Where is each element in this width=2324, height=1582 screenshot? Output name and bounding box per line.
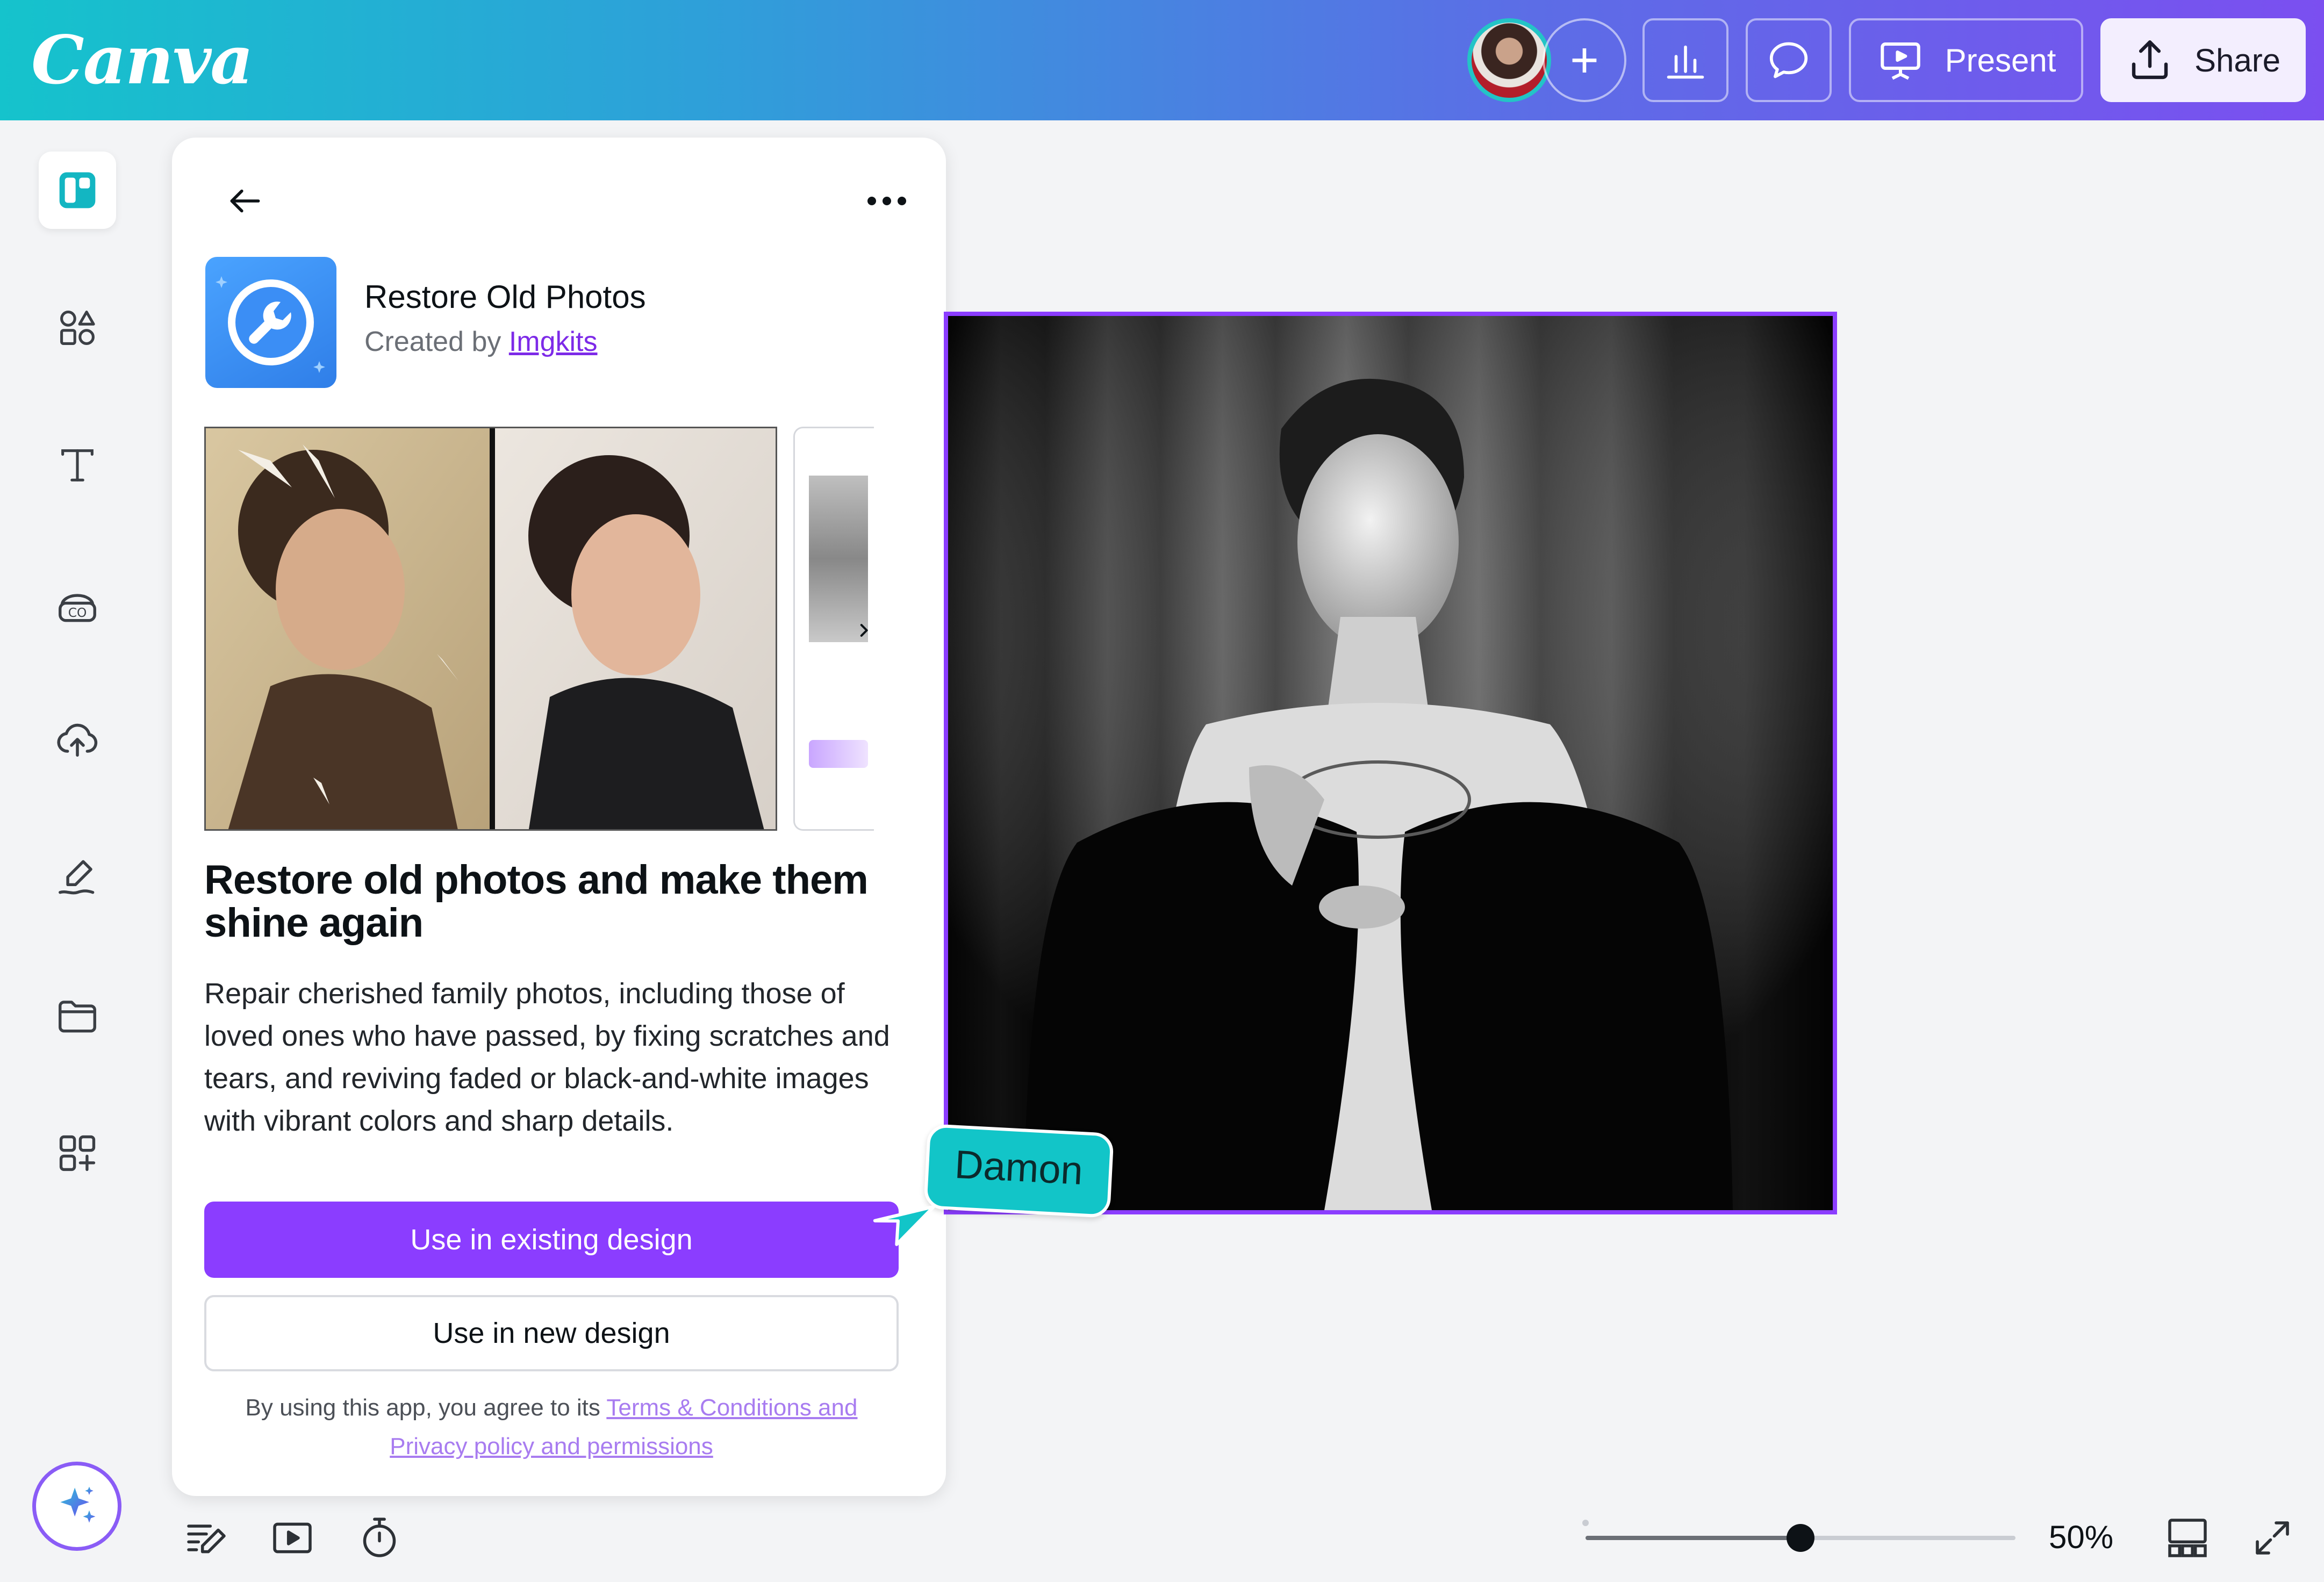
sidebar-item-design[interactable] xyxy=(39,152,116,229)
app-logo xyxy=(205,257,336,388)
app-details-panel: Restore Old Photos Created by Imgkits Re xyxy=(172,138,946,1496)
more-dots-icon xyxy=(867,197,906,205)
magic-assistant-button[interactable] xyxy=(32,1462,121,1551)
top-bar: Canva + Present Share xyxy=(0,0,2324,120)
folder-icon xyxy=(59,1001,96,1033)
sidebar-item-apps[interactable] xyxy=(39,1114,116,1192)
expand-icon xyxy=(2256,1521,2289,1555)
share-upload-icon xyxy=(2132,40,2168,80)
collaborator-cursor-pointer xyxy=(873,1205,936,1246)
insights-button[interactable] xyxy=(1642,18,1728,102)
app-description: Repair cherished family photos, includin… xyxy=(204,977,890,1137)
cloud-upload-icon xyxy=(57,723,98,757)
more-options-button[interactable] xyxy=(860,174,914,228)
present-label: Present xyxy=(1945,42,2056,78)
notes-button[interactable] xyxy=(180,1511,233,1565)
terms-notice: By using this app, you agree to its Term… xyxy=(204,1389,899,1466)
created-by-label: Created by xyxy=(364,326,509,357)
grid-view-icon xyxy=(2168,1519,2207,1557)
vintage-portrait-photo xyxy=(948,316,1833,1210)
chevron-right-icon xyxy=(860,624,868,637)
fullscreen-button[interactable] xyxy=(2246,1511,2299,1565)
carousel-next-button[interactable] xyxy=(852,614,874,646)
collaborator-cursor-label: Damon xyxy=(923,1124,1114,1218)
sidebar-item-uploads[interactable] xyxy=(39,701,116,778)
text-icon xyxy=(61,449,94,481)
preview-image-next xyxy=(793,427,874,831)
shapes-icon xyxy=(60,311,95,345)
terms-prefix: By using this app, you agree to its xyxy=(245,1394,607,1421)
zoom-slider-handle[interactable] xyxy=(1787,1524,1814,1552)
app-heading: Restore old photos and make them shine a… xyxy=(204,857,869,946)
comments-button[interactable] xyxy=(1746,18,1832,102)
sidebar-item-elements[interactable] xyxy=(39,289,116,366)
before-after-photo xyxy=(206,428,776,829)
svg-text:CO: CO xyxy=(68,606,87,620)
brand-icon: CO xyxy=(59,594,96,622)
use-in-existing-design-button[interactable]: Use in existing design xyxy=(204,1202,899,1278)
timer-icon xyxy=(363,1518,396,1557)
play-presentation-button[interactable] xyxy=(266,1511,319,1565)
app-name: Restore Old Photos xyxy=(364,279,646,315)
share-button[interactable]: Share xyxy=(2100,18,2306,102)
app-author: Created by Imgkits xyxy=(364,326,598,358)
bar-chart-icon xyxy=(1667,45,1704,79)
sidebar-item-brand[interactable]: CO xyxy=(39,566,116,644)
pen-draw-icon xyxy=(59,860,95,895)
user-avatar[interactable] xyxy=(1467,18,1551,102)
sparkle-icon xyxy=(60,1486,96,1523)
apps-grid-icon xyxy=(59,1135,96,1171)
creator-link[interactable]: Imgkits xyxy=(509,326,598,357)
sidebar-item-draw[interactable] xyxy=(39,838,116,916)
page-grid-view-button[interactable] xyxy=(2161,1511,2214,1565)
notes-pen-icon xyxy=(187,1525,226,1554)
canva-logo[interactable]: Canva xyxy=(31,15,254,106)
sidebar-item-projects[interactable] xyxy=(39,977,116,1054)
present-button[interactable]: Present xyxy=(1849,18,2083,102)
back-button[interactable] xyxy=(218,174,272,228)
design-page[interactable] xyxy=(944,312,1837,1214)
add-collaborator-button[interactable]: + xyxy=(1543,18,1626,102)
sidebar-item-text[interactable] xyxy=(39,427,116,504)
play-icon xyxy=(273,1522,312,1554)
zoom-slider-fill xyxy=(1586,1536,1801,1540)
use-in-new-design-button[interactable]: Use in new design xyxy=(204,1295,899,1371)
timer-button[interactable] xyxy=(353,1511,406,1565)
share-label: Share xyxy=(2194,42,2281,78)
wrench-icon xyxy=(216,276,325,373)
design-layout-icon xyxy=(59,172,96,208)
present-icon xyxy=(1880,42,1920,80)
arrow-left-icon xyxy=(230,189,260,213)
comment-icon xyxy=(1769,42,1808,78)
preview-image-before-after xyxy=(204,427,777,831)
zoom-level[interactable]: 50% xyxy=(2049,1519,2113,1556)
zoom-min-marker xyxy=(1582,1520,1589,1526)
